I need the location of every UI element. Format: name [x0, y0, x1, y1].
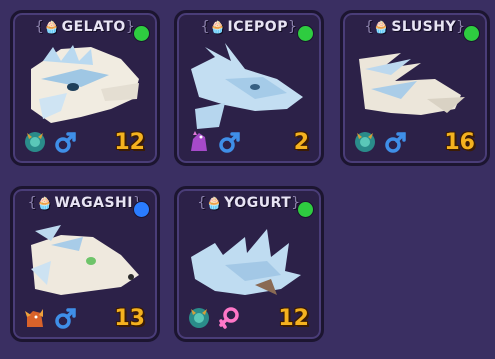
creature-card-gelato[interactable]: {🧁 GELATO} 12 [10, 10, 160, 166]
creature-portrait [21, 215, 149, 309]
cupcake-icon: 🧁 [37, 196, 53, 210]
cupcake-icon: 🧁 [210, 20, 226, 34]
orange-dragon-icon [21, 303, 49, 331]
creature-level: 13 [114, 306, 145, 331]
creature-card-wagashi[interactable]: {🧁WAGASHI} 13 [10, 186, 160, 342]
creature-portrait [185, 215, 313, 309]
creature-card-yogurt[interactable]: {🧁 YOGURT} 12 [174, 186, 324, 342]
cupcake-icon: 🧁 [44, 20, 60, 34]
cupcake-icon: 🧁 [206, 196, 223, 210]
creature-name: GELATO [61, 19, 126, 35]
teal-dragon-icon [21, 127, 49, 155]
male-symbol-icon [53, 129, 77, 155]
creature-portrait [185, 39, 313, 133]
female-symbol-icon [217, 305, 241, 331]
purple-dinosaur-icon [185, 127, 213, 155]
creature-level: 12 [114, 130, 145, 155]
male-symbol-icon [217, 129, 241, 155]
creature-portrait [21, 39, 149, 133]
creature-level: 12 [278, 306, 309, 331]
teal-dragon-icon [185, 303, 213, 331]
creature-card-icepop[interactable]: {🧁 ICEPOP} 2 [174, 10, 324, 166]
cupcake-icon: 🧁 [373, 20, 390, 34]
creature-name: ICEPOP [227, 19, 288, 35]
creature-level: 16 [444, 130, 475, 155]
creature-name: YOGURT [224, 195, 292, 211]
creature-portrait [351, 39, 479, 133]
male-symbol-icon [383, 129, 407, 155]
creature-card-slushy[interactable]: {🧁 SLUSHY} 16 [340, 10, 490, 166]
teal-dragon-icon [351, 127, 379, 155]
creature-level: 2 [293, 130, 309, 155]
creature-name: WAGASHI [54, 195, 133, 211]
male-symbol-icon [53, 305, 77, 331]
creature-name: SLUSHY [391, 19, 457, 35]
